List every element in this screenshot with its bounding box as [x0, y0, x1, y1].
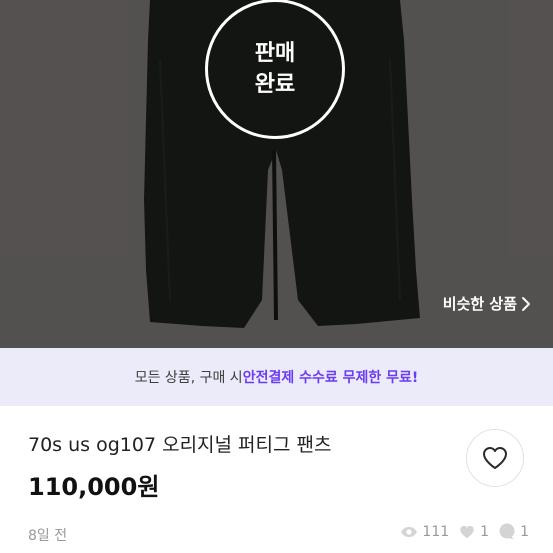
sold-badge-line1: 판매: [254, 41, 296, 66]
product-title: 70s us og107 오리지널 퍼티그 팬츠: [28, 434, 332, 456]
likes-stat: 1: [458, 524, 489, 540]
sold-out-badge: 판매 완료: [205, 0, 345, 139]
chevron-right-icon[interactable]: [521, 296, 531, 312]
eye-icon: [401, 526, 418, 537]
chat-icon: [499, 523, 515, 540]
sold-badge-line2: 완료: [254, 72, 296, 97]
product-stats: 111 1 1: [391, 523, 529, 540]
chats-count: 1: [520, 523, 529, 540]
heart-icon: [483, 447, 507, 469]
heart-icon: [460, 525, 474, 538]
notice-highlight: 안전결제 수수료 무제한 무료!: [242, 370, 419, 386]
safe-payment-banner[interactable]: 모든 상품, 구매 시 안전결제 수수료 무제한 무료!: [0, 348, 553, 406]
likes-count: 1: [480, 523, 490, 540]
views-count: 111: [422, 523, 450, 540]
posted-time: 8일 전: [28, 528, 68, 544]
similar-products-link[interactable]: 비슷한 상품: [443, 293, 517, 314]
like-button[interactable]: [466, 429, 524, 487]
product-price: 110,000원: [28, 473, 160, 501]
views-stat: 111: [400, 524, 449, 540]
notice-prefix: 모든 상품, 구매 시: [134, 370, 243, 386]
chats-stat: 1: [498, 523, 529, 540]
